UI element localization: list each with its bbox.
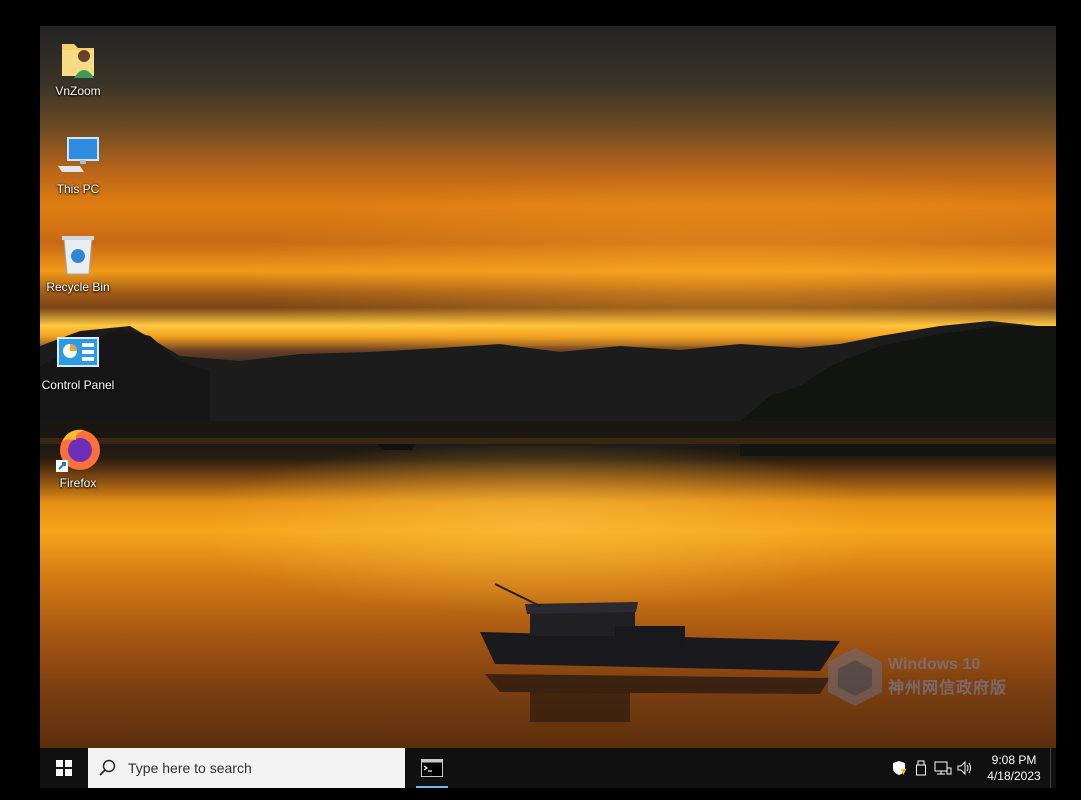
windows-watermark-logo-icon (828, 648, 882, 706)
system-tray: 9:08 PM 4/18/2023 (888, 748, 1056, 788)
desktop[interactable]: VnZoom This PC Recycle Bin Control Panel… (40, 26, 1056, 748)
taskbar: 9:08 PM 4/18/2023 (40, 748, 1056, 788)
os-edition-watermark: Windows 10 神州网信政府版 (826, 646, 1036, 716)
tray-network[interactable] (932, 748, 954, 788)
recycle-bin-icon (54, 230, 102, 278)
watermark-subtitle: 神州网信政府版 (888, 680, 1008, 697)
desktop-icon-vnzoom[interactable]: VnZoom (40, 34, 116, 98)
volume-icon (957, 760, 971, 776)
taskbar-clock[interactable]: 9:08 PM 4/18/2023 (982, 752, 1046, 784)
taskbar-search-box[interactable] (88, 748, 405, 788)
taskbar-app-command-prompt[interactable] (412, 748, 452, 788)
desktop-icon-recycle-bin[interactable]: Recycle Bin (40, 230, 116, 294)
clock-date: 4/18/2023 (987, 769, 1041, 783)
desktop-icon-this-pc[interactable]: This PC (40, 132, 116, 196)
desktop-icon-label: Firefox (59, 476, 97, 490)
desktop-icon-label: Control Panel (41, 378, 115, 392)
desktop-icon-control-panel[interactable]: Control Panel (40, 328, 116, 392)
tray-usb[interactable] (910, 748, 932, 788)
windows-logo-icon (56, 760, 72, 776)
usb-drive-icon (916, 760, 926, 776)
security-shield-icon (893, 761, 906, 775)
desktop-icon-label: This PC (56, 182, 100, 196)
start-button[interactable] (40, 748, 88, 788)
firefox-icon (54, 426, 102, 474)
computer-icon (54, 132, 102, 180)
clock-time: 9:08 PM (991, 753, 1037, 767)
show-desktop-button[interactable] (1050, 748, 1056, 788)
desktop-icon-firefox[interactable]: Firefox (40, 426, 116, 490)
control-panel-icon (54, 328, 102, 376)
desktop-icon-label: VnZoom (55, 84, 101, 98)
desktop-icon-label: Recycle Bin (46, 280, 110, 294)
wallpaper-landscape (40, 321, 1056, 722)
watermark-title: Windows 10 (888, 656, 981, 673)
search-input[interactable] (126, 759, 390, 777)
user-folder-icon (54, 34, 102, 82)
network-icon (934, 761, 952, 775)
active-app-indicator (416, 786, 448, 788)
tray-volume[interactable] (954, 748, 976, 788)
tray-security[interactable] (888, 748, 910, 788)
search-icon (99, 759, 116, 776)
command-prompt-icon (421, 759, 443, 777)
